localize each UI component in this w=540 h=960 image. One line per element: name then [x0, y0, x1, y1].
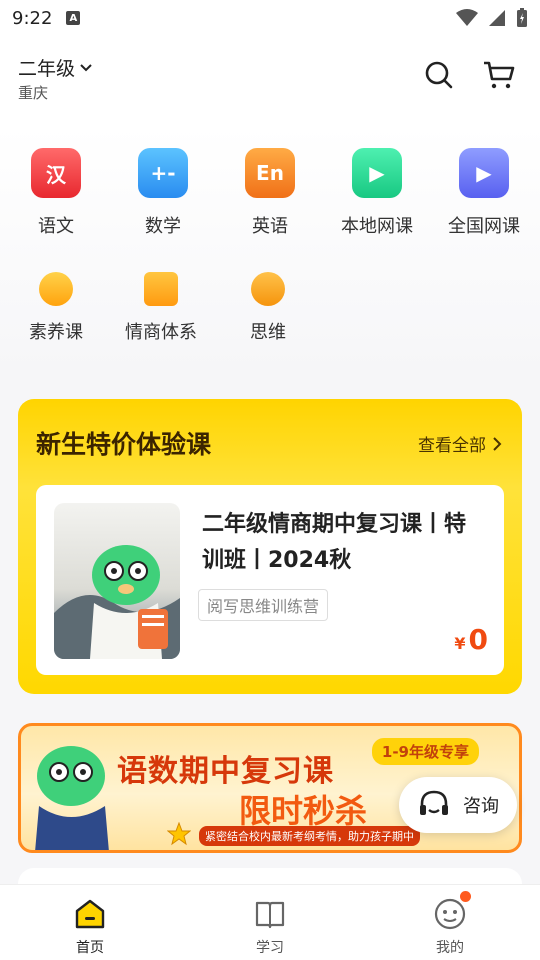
city-label: 重庆	[18, 84, 49, 102]
subject-label: 思维	[250, 322, 286, 343]
math-icon: +-	[138, 148, 188, 198]
tab-label: 学习	[256, 940, 284, 956]
cart-icon[interactable]	[482, 60, 516, 90]
course-title: 二年级情商期中复习课丨特训班丨2024秋	[202, 512, 467, 573]
search-icon[interactable]	[424, 60, 454, 90]
course-tag: 阅写思维训练营	[198, 589, 329, 621]
status-icons	[456, 8, 528, 28]
chinese-icon: 汉	[31, 148, 81, 198]
gift-box-icon	[144, 272, 178, 306]
grade-selector[interactable]: 二年级	[18, 54, 93, 81]
wifi-icon	[456, 9, 478, 26]
grade-range-chip: 1-9年级专享	[371, 738, 479, 765]
national-course-icon: ▶	[459, 148, 509, 198]
view-all-link[interactable]: 查看全部	[418, 431, 502, 456]
course-thumbnail	[54, 503, 180, 659]
view-all-label: 查看全部	[418, 436, 486, 456]
banner-subtitle: 紧密结合校内最新考纲考情，助力孩子期中	[199, 826, 420, 846]
subject-english[interactable]: En 英语	[220, 148, 320, 238]
notification-a-icon: A	[66, 11, 81, 25]
subject-thinking[interactable]: 思维	[218, 264, 318, 344]
status-bar: 9:22 A	[0, 0, 540, 36]
signal-icon	[489, 10, 505, 26]
mascot-illustration	[54, 545, 180, 659]
planet-icon	[251, 272, 285, 306]
subject-national-course[interactable]: ▶ 全国网课	[434, 148, 534, 238]
profile-icon	[433, 891, 471, 931]
header-actions	[424, 60, 516, 90]
tab-label: 我的	[436, 940, 464, 956]
app-header: 二年级 重庆	[0, 36, 540, 126]
chevron-right-icon	[493, 436, 502, 451]
subject-math[interactable]: +- 数学	[113, 148, 213, 238]
status-time: 9:22	[12, 7, 53, 29]
subject-label: 语文	[38, 216, 74, 237]
currency-symbol: ¥	[454, 634, 466, 653]
chevron-down-icon	[80, 63, 92, 71]
subject-grid: 汉 语文 +- 数学 En 英语 ▶ 本地网课 ▶ 全国网课 素养课 情商体系 …	[0, 126, 540, 376]
tab-profile[interactable]: 我的	[410, 891, 490, 957]
headset-icon	[420, 790, 448, 815]
subject-local-course[interactable]: ▶ 本地网课	[327, 148, 427, 238]
subject-label: 本地网课	[341, 216, 413, 237]
english-icon: En	[245, 148, 295, 198]
subject-chinese[interactable]: 汉 语文	[6, 148, 106, 238]
course-card[interactable]: 二年级情商期中复习课丨特训班丨2024秋 阅写思维训练营 ¥ 0	[36, 485, 504, 675]
subject-label: 情商体系	[125, 322, 197, 343]
tab-label: 首页	[76, 940, 104, 956]
notification-badge	[460, 891, 471, 902]
heart-icon	[39, 272, 73, 306]
subject-label: 全国网课	[448, 216, 520, 237]
consult-button[interactable]: 咨询	[399, 777, 517, 833]
mascot-illustration	[35, 746, 109, 850]
grade-label: 二年级	[18, 58, 76, 80]
subject-label: 素养课	[29, 322, 83, 343]
tab-home[interactable]: 首页	[50, 897, 130, 957]
tab-study[interactable]: 学习	[230, 897, 310, 957]
bottom-tab-bar: 首页 学习 我的	[0, 884, 540, 960]
consult-label: 咨询	[463, 796, 499, 817]
battery-icon	[517, 8, 527, 27]
new-student-promo: 新生特价体验课 查看全部 二年级情商期中复习课丨特训班丨2024秋 阅写思维训练…	[18, 399, 522, 694]
subject-label: 英语	[252, 216, 288, 237]
subject-label: 数学	[145, 216, 181, 237]
home-icon	[73, 897, 107, 931]
star-icon	[167, 822, 191, 846]
banner-title: 语数期中复习课	[117, 754, 334, 789]
course-price: ¥ 0	[454, 623, 488, 656]
subject-eq[interactable]: 情商体系	[111, 264, 211, 344]
local-course-icon: ▶	[352, 148, 402, 198]
promo-title: 新生特价体验课	[36, 430, 212, 459]
book-icon	[253, 897, 287, 931]
price-value: 0	[468, 623, 488, 656]
subject-literacy[interactable]: 素养课	[6, 264, 106, 344]
